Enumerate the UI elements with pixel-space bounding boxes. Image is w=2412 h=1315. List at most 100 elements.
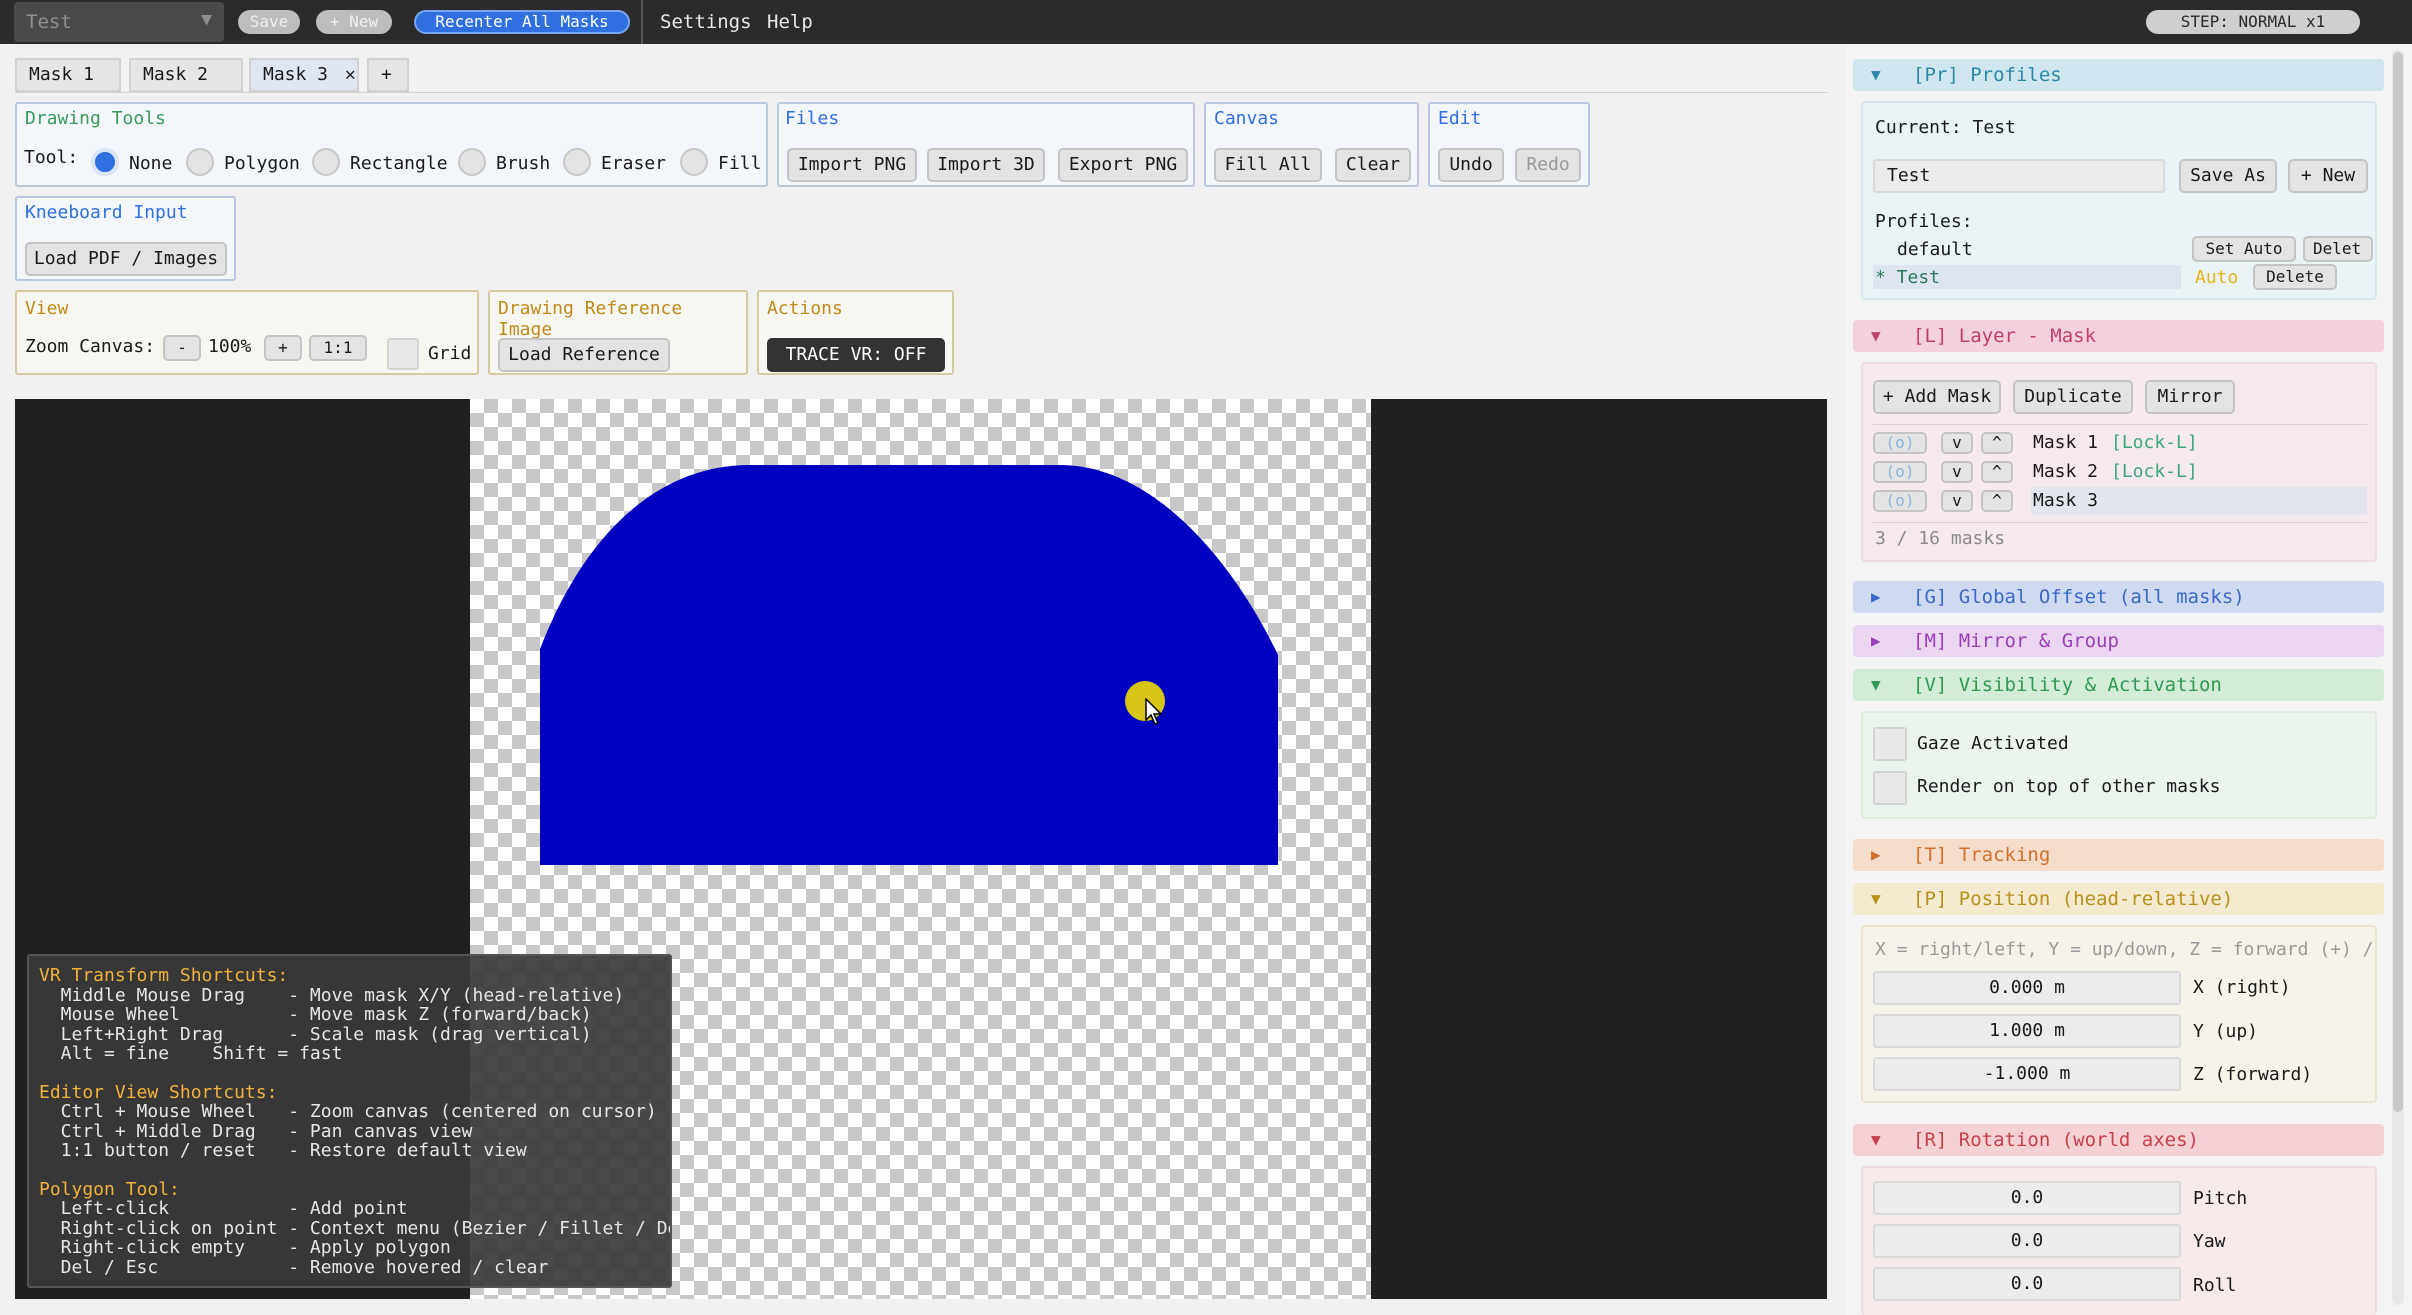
yaw-input[interactable]: 0.0 — [1873, 1224, 2181, 1258]
mask-shape[interactable] — [540, 465, 1280, 865]
pitch-input[interactable]: 0.0 — [1873, 1181, 2181, 1215]
duplicate-button[interactable]: Duplicate — [2013, 380, 2133, 414]
move-down-button[interactable]: v — [1941, 490, 1973, 512]
tool-radio-none[interactable] — [91, 148, 119, 176]
delete-default-button[interactable]: Delet — [2303, 236, 2373, 262]
tool-radio-polygon[interactable] — [186, 148, 214, 176]
close-icon[interactable]: ✕ — [345, 64, 356, 85]
position-z-input[interactable]: -1.000 m — [1873, 1057, 2181, 1091]
section-mirror-group-header[interactable]: ▶ [M] Mirror & Group — [1853, 625, 2384, 657]
mask-polygon[interactable] — [540, 465, 1278, 865]
edit-group: Edit Undo Redo — [1428, 102, 1590, 187]
section-visibility-body: Gaze Activated Render on top of other ma… — [1861, 711, 2377, 819]
set-auto-button[interactable]: Set Auto — [2192, 236, 2296, 262]
mask-visibility-toggle[interactable]: (o) — [1873, 432, 1927, 454]
move-up-button[interactable]: ^ — [1981, 432, 2013, 454]
shortcut-line: Middle Mouse Drag - Move mask X/Y (head-… — [39, 984, 625, 1006]
mask-name[interactable]: Mask 3 — [2033, 490, 2098, 511]
chevron-down-icon: ▼ — [1871, 326, 1881, 345]
profile-select[interactable]: Test ▼ — [14, 2, 224, 42]
zoom-in-button[interactable]: + — [264, 335, 302, 361]
profile-item-default[interactable]: default — [1897, 239, 1973, 260]
section-position-header[interactable]: ▼ [P] Position (head-relative) — [1853, 883, 2384, 915]
tool-radio-brush[interactable] — [458, 148, 486, 176]
pitch-label: Pitch — [2193, 1188, 2248, 1209]
add-tab-button[interactable]: + — [367, 58, 409, 92]
reference-group: Drawing Reference Image Load Reference — [488, 290, 748, 375]
profile-name-input[interactable]: Test — [1873, 159, 2165, 193]
shortcuts-section-title: Editor View Shortcuts: — [39, 1081, 278, 1103]
section-tracking-header[interactable]: ▶ [T] Tracking — [1853, 839, 2384, 871]
chevron-down-icon: ▼ — [201, 9, 212, 30]
group-title: Canvas — [1214, 108, 1280, 129]
save-button[interactable]: Save — [238, 10, 300, 34]
tab-mask-2[interactable]: Mask 2 — [129, 58, 243, 92]
tool-radio-rectangle[interactable] — [312, 148, 340, 176]
settings-menu[interactable]: Settings — [660, 10, 752, 34]
new-profile-button[interactable]: + New — [316, 10, 392, 34]
clear-button[interactable]: Clear — [1335, 148, 1411, 182]
chevron-right-icon: ▶ — [1871, 631, 1881, 650]
tab-mask-3[interactable]: Mask 3 ✕ — [249, 58, 359, 92]
chevron-down-icon: ▼ — [1871, 65, 1881, 84]
tab-mask-1[interactable]: Mask 1 — [15, 58, 121, 92]
import-3d-button[interactable]: Import 3D — [927, 148, 1045, 182]
load-pdf-images-button[interactable]: Load PDF / Images — [25, 242, 227, 276]
section-rotation-header[interactable]: ▼ [R] Rotation (world axes) — [1853, 1124, 2384, 1156]
group-title: Files — [785, 108, 840, 129]
current-profile-label: Current: Test — [1875, 117, 2016, 138]
position-y-input[interactable]: 1.000 m — [1873, 1014, 2181, 1048]
canvas-group: Canvas Fill All Clear — [1204, 102, 1419, 187]
trace-vr-toggle[interactable]: TRACE VR: OFF — [767, 338, 945, 372]
move-down-button[interactable]: v — [1941, 432, 1973, 454]
load-reference-button[interactable]: Load Reference — [498, 338, 670, 372]
save-as-button[interactable]: Save As — [2179, 159, 2277, 193]
shortcut-line: 1:1 button / reset - Restore default vie… — [39, 1140, 527, 1161]
zoom-reset-button[interactable]: 1:1 — [309, 335, 367, 361]
chevron-right-icon: ▶ — [1871, 845, 1881, 864]
shortcut-line: Ctrl + Middle Drag - Pan canvas view — [39, 1120, 473, 1142]
move-up-button[interactable]: ^ — [1981, 461, 2013, 483]
help-menu[interactable]: Help — [767, 10, 813, 34]
mask-name[interactable]: Mask 1 — [2033, 432, 2098, 453]
new-profile-button[interactable]: + New — [2288, 159, 2368, 193]
grid-checkbox[interactable] — [387, 338, 419, 370]
section-visibility-header[interactable]: ▼ [V] Visibility & Activation — [1853, 669, 2384, 701]
move-down-button[interactable]: v — [1941, 461, 1973, 483]
fill-all-button[interactable]: Fill All — [1214, 148, 1322, 182]
tool-option-label: Polygon — [224, 153, 300, 174]
undo-button[interactable]: Undo — [1438, 148, 1504, 182]
mask-visibility-toggle[interactable]: (o) — [1873, 490, 1927, 512]
group-title: View — [25, 298, 69, 319]
profile-item-test[interactable]: * Test — [1875, 267, 1940, 288]
panel-scrollbar-thumb[interactable] — [2393, 52, 2403, 1112]
zoom-out-button[interactable]: - — [163, 335, 201, 361]
add-mask-button[interactable]: + Add Mask — [1873, 380, 2001, 414]
mirror-button[interactable]: Mirror — [2145, 380, 2235, 414]
group-title: Drawing Reference Image — [498, 298, 683, 340]
recenter-all-masks-button[interactable]: Recenter All Masks — [414, 10, 630, 34]
tool-radio-fill[interactable] — [680, 148, 708, 176]
export-png-button[interactable]: Export PNG — [1058, 148, 1188, 182]
move-up-button[interactable]: ^ — [1981, 490, 2013, 512]
mask-name[interactable]: Mask 2 — [2033, 461, 2098, 482]
section-title: [T] Tracking — [1913, 844, 2051, 866]
section-layer-body: + Add Mask Duplicate Mirror (o) v ^ Mask… — [1861, 362, 2377, 562]
gaze-activated-checkbox[interactable] — [1873, 727, 1907, 761]
roll-input[interactable]: 0.0 — [1873, 1267, 2181, 1301]
tool-option-label: Eraser — [601, 153, 667, 174]
redo-button[interactable]: Redo — [1515, 148, 1581, 182]
tool-radio-eraser[interactable] — [563, 148, 591, 176]
delete-test-button[interactable]: Delete — [2253, 264, 2337, 290]
tab-label: Mask 1 — [29, 64, 95, 85]
section-title: [G] Global Offset (all masks) — [1913, 586, 2245, 608]
import-png-button[interactable]: Import PNG — [787, 148, 917, 182]
group-title: Actions — [767, 298, 843, 319]
section-layer-header[interactable]: ▼ [L] Layer - Mask — [1853, 320, 2384, 352]
mask-visibility-toggle[interactable]: (o) — [1873, 461, 1927, 483]
render-on-top-checkbox[interactable] — [1873, 771, 1907, 805]
tool-option-label: Fill — [718, 153, 762, 174]
section-global-offset-header[interactable]: ▶ [G] Global Offset (all masks) — [1853, 581, 2384, 613]
position-x-input[interactable]: 0.000 m — [1873, 971, 2181, 1005]
section-profiles-header[interactable]: ▼ [Pr] Profiles — [1853, 59, 2384, 91]
